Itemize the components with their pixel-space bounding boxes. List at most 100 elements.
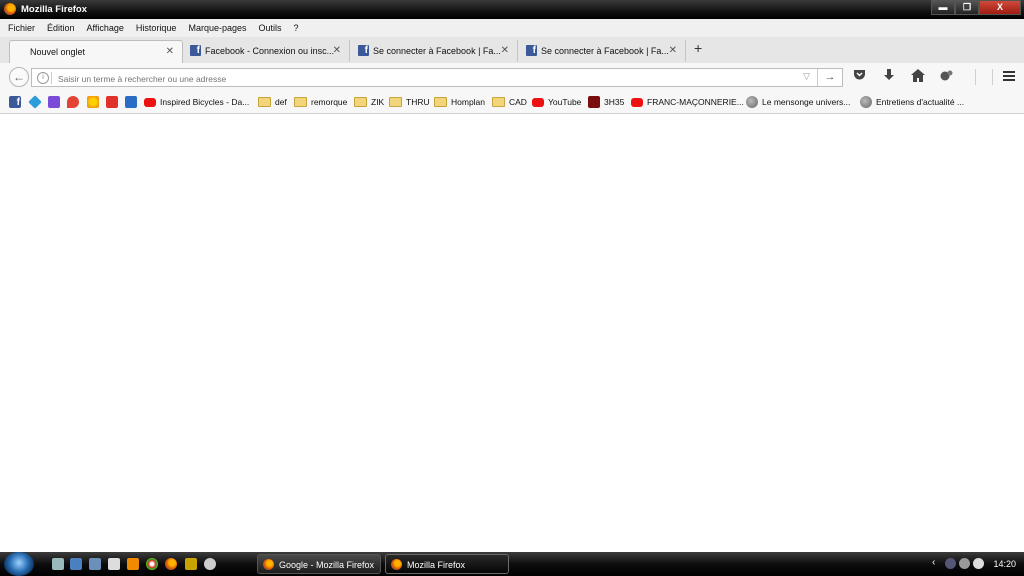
tab-nouvel-onglet[interactable]: Nouvel onglet ✕ bbox=[9, 40, 183, 64]
pocket-icon[interactable] bbox=[853, 69, 866, 84]
bookmark-folder-zik[interactable]: ZIK bbox=[354, 95, 384, 109]
tray-clock[interactable]: 14:20 bbox=[993, 559, 1016, 569]
tab-label: Facebook - Connexion ou insc... bbox=[205, 46, 335, 56]
firefox-icon bbox=[391, 559, 402, 570]
bookmarks-toolbar: f Inspired Bicycles - Da... def remorque… bbox=[0, 91, 1024, 114]
bookmark-c[interactable] bbox=[125, 95, 141, 109]
quicklaunch-app-icon[interactable] bbox=[185, 558, 197, 570]
3h35-icon bbox=[588, 96, 600, 108]
bookmark-red-pin[interactable] bbox=[67, 95, 83, 109]
tab-label: Se connecter à Facebook | Fa... bbox=[541, 46, 669, 56]
quicklaunch-media-icon[interactable] bbox=[204, 558, 216, 570]
go-arrow-icon[interactable]: → bbox=[817, 69, 842, 86]
menu-help[interactable]: ? bbox=[294, 23, 299, 33]
toolbar-divider bbox=[992, 69, 993, 85]
close-button[interactable]: X bbox=[979, 0, 1021, 15]
sun-icon bbox=[87, 96, 99, 108]
tab-se-connecter-1[interactable]: f Se connecter à Facebook | Fa... ✕ bbox=[352, 40, 518, 62]
bookmark-franc-maconnerie[interactable]: FRANC-MAÇONNERIE... bbox=[631, 95, 744, 109]
globe-icon bbox=[746, 96, 758, 108]
bookmark-label: Homplan bbox=[451, 97, 486, 107]
back-arrow-icon: ← bbox=[13, 70, 25, 84]
toolbar-divider bbox=[975, 69, 976, 85]
new-tab-button[interactable]: + bbox=[694, 40, 702, 56]
quicklaunch-chrome-icon[interactable] bbox=[146, 558, 158, 570]
tab-label: Nouvel onglet bbox=[30, 47, 86, 57]
red-pin-icon bbox=[67, 96, 79, 108]
navigation-toolbar: ← i ▽ → bbox=[0, 63, 1024, 91]
menu-edition[interactable]: Édition bbox=[47, 23, 75, 33]
menu-hamburger-icon[interactable] bbox=[1003, 71, 1015, 83]
triangle-icon bbox=[48, 96, 60, 108]
dropdown-arrow-icon[interactable]: ▽ bbox=[803, 71, 810, 82]
quicklaunch-document-icon[interactable] bbox=[108, 558, 120, 570]
bookmark-entretiens[interactable]: Entretiens d'actualité ... bbox=[860, 95, 964, 109]
tab-close-icon[interactable]: ✕ bbox=[669, 45, 677, 56]
bookmark-3h35[interactable]: 3H35 bbox=[588, 95, 624, 109]
tab-close-icon[interactable]: ✕ bbox=[166, 46, 174, 57]
menu-outils[interactable]: Outils bbox=[259, 23, 282, 33]
tab-close-icon[interactable]: ✕ bbox=[333, 45, 341, 56]
bookmark-triangle[interactable] bbox=[48, 95, 64, 109]
facebook-icon: f bbox=[190, 45, 201, 56]
start-button[interactable] bbox=[4, 552, 34, 576]
bookmark-label: CAD bbox=[509, 97, 527, 107]
bookmark-folder-remorque[interactable]: remorque bbox=[294, 95, 347, 109]
home-icon[interactable] bbox=[911, 69, 925, 85]
download-icon[interactable] bbox=[883, 69, 895, 85]
bookmark-label: def bbox=[275, 97, 287, 107]
bookmark-youtube[interactable]: YouTube bbox=[532, 95, 581, 109]
bookmark-folder-thru[interactable]: THRU bbox=[389, 95, 430, 109]
quicklaunch-vlc-icon[interactable] bbox=[127, 558, 139, 570]
youtube-icon bbox=[532, 97, 544, 107]
task-label: Mozilla Firefox bbox=[407, 560, 466, 570]
tray-network-icon[interactable] bbox=[959, 558, 970, 569]
minimize-button[interactable]: ▬ bbox=[931, 0, 955, 15]
bookmark-sun[interactable] bbox=[87, 95, 103, 109]
window-controls: ▬ ❐ X bbox=[931, 0, 1021, 15]
menu-fichier[interactable]: Fichier bbox=[8, 23, 35, 33]
bookmark-folder-homplan[interactable]: Homplan bbox=[434, 95, 485, 109]
firefox-logo-icon bbox=[4, 3, 16, 15]
bookmark-inspired-bicycles[interactable]: Inspired Bicycles - Da... bbox=[144, 95, 249, 109]
taskbar-task-mozilla-firefox[interactable]: Mozilla Firefox bbox=[385, 554, 509, 574]
tab-facebook-connexion[interactable]: f Facebook - Connexion ou insc... ✕ bbox=[184, 40, 350, 62]
bookmark-label: Inspired Bicycles - Da... bbox=[160, 97, 250, 107]
tray-shield-icon[interactable] bbox=[945, 558, 956, 569]
task-label: Google - Mozilla Firefox bbox=[279, 560, 375, 570]
quicklaunch-computer-icon[interactable] bbox=[70, 558, 82, 570]
bookmark-diamond[interactable] bbox=[28, 95, 45, 109]
folder-icon bbox=[294, 97, 307, 107]
menu-historique[interactable]: Historique bbox=[136, 23, 177, 33]
back-button[interactable]: ← bbox=[9, 67, 29, 87]
bookmark-tv[interactable] bbox=[106, 95, 122, 109]
tray-expand-icon[interactable]: ‹ bbox=[932, 557, 935, 568]
maximize-button[interactable]: ❐ bbox=[955, 0, 979, 15]
bookmark-label: YouTube bbox=[548, 97, 582, 107]
url-bar[interactable]: i ▽ → bbox=[31, 68, 843, 87]
tab-se-connecter-2[interactable]: f Se connecter à Facebook | Fa... ✕ bbox=[520, 40, 686, 62]
tray-volume-icon[interactable] bbox=[973, 558, 984, 569]
quicklaunch-firefox-icon[interactable] bbox=[165, 558, 177, 570]
taskbar-task-google-firefox[interactable]: Google - Mozilla Firefox bbox=[257, 554, 381, 574]
bookmark-folder-def[interactable]: def bbox=[258, 95, 287, 109]
menu-affichage[interactable]: Affichage bbox=[87, 23, 124, 33]
window-title-bar[interactable]: Mozilla Firefox ▬ ❐ X bbox=[0, 0, 1024, 19]
bookmark-facebook[interactable]: f bbox=[9, 95, 25, 109]
folder-icon bbox=[258, 97, 271, 107]
facebook-icon: f bbox=[358, 45, 369, 56]
firefox-icon bbox=[263, 559, 274, 570]
menu-marque-pages[interactable]: Marque-pages bbox=[188, 23, 246, 33]
bookmark-label: remorque bbox=[311, 97, 348, 107]
url-input[interactable] bbox=[56, 70, 760, 87]
page-content-area[interactable] bbox=[0, 114, 1024, 552]
folder-icon bbox=[354, 97, 367, 107]
quicklaunch-network-icon[interactable] bbox=[89, 558, 101, 570]
quicklaunch-show-desktop-icon[interactable] bbox=[52, 558, 64, 570]
bookmark-label: FRANC-MAÇONNERIE... bbox=[647, 97, 744, 107]
tab-close-icon[interactable]: ✕ bbox=[501, 45, 509, 56]
bookmark-le-mensonge[interactable]: Le mensonge univers... bbox=[746, 95, 850, 109]
addon-icon[interactable] bbox=[940, 69, 953, 85]
info-icon[interactable]: i bbox=[37, 72, 49, 84]
bookmark-folder-cad[interactable]: CAD bbox=[492, 95, 527, 109]
